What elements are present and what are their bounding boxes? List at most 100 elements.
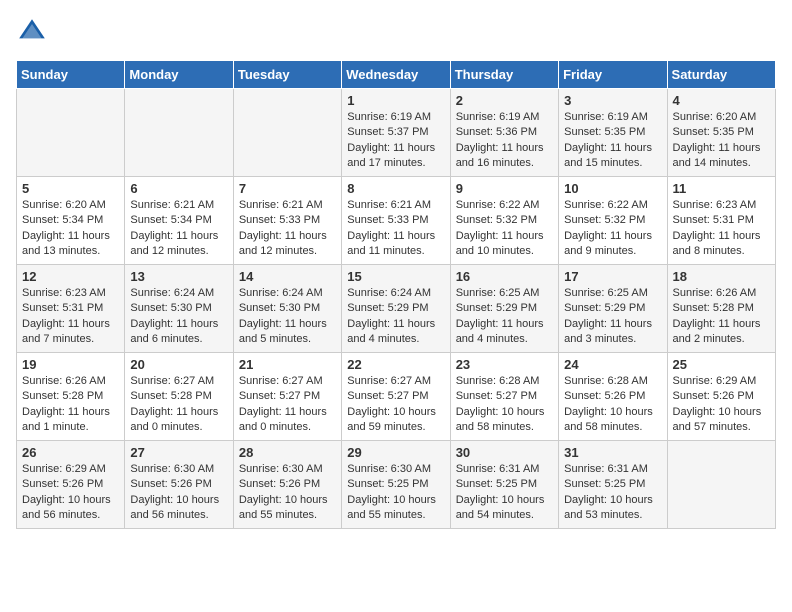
day-number: 18 [673, 269, 770, 284]
day-info: Sunrise: 6:27 AM Sunset: 5:27 PM Dayligh… [239, 374, 336, 436]
calendar-cell: 30Sunrise: 6:31 AM Sunset: 5:25 PM Dayli… [450, 441, 558, 529]
day-number: 2 [456, 93, 553, 108]
day-number: 30 [456, 445, 553, 460]
calendar-cell: 3 Sunrise: 6:19 AM Sunset: 5:35 PM Daylig… [559, 89, 667, 177]
day-number: 9 [456, 181, 553, 196]
day-number: 19 [22, 357, 119, 372]
day-number: 25 [673, 357, 770, 372]
day-number: 14 [239, 269, 336, 284]
day-info: Sunrise: 6:23 AM Sunset: 5:31 PM Dayligh… [22, 286, 119, 348]
day-number: 31 [564, 445, 661, 460]
calendar-cell: 23 Sunrise: 6:28 AM Sunset: 5:27 PM Dayli… [450, 353, 558, 441]
header-day-sunday: Sunday [17, 61, 125, 89]
calendar-cell: 20 Sunrise: 6:27 AM Sunset: 5:28 PM Dayli… [125, 353, 233, 441]
header-day-tuesday: Tuesday [233, 61, 341, 89]
day-info: Sunrise: 6:29 AM Sunset: 5:26 PM Dayligh… [673, 374, 770, 436]
day-info: Sunrise: 6:23 AM Sunset: 5:31 PM Dayligh… [673, 198, 770, 260]
day-info: Sunrise: 6:30 AM Sunset: 5:25 PM Dayligh… [347, 462, 444, 524]
day-info: Sunrise: 6:21 AM Sunset: 5:33 PM Dayligh… [347, 198, 444, 260]
calendar-cell: 25 Sunrise: 6:29 AM Sunset: 5:26 PM Dayli… [667, 353, 775, 441]
day-info: Sunrise: 6:29 AM Sunset: 5:26 PM Dayligh… [22, 462, 119, 524]
day-number: 13 [130, 269, 227, 284]
day-info: Sunrise: 6:19 AM Sunset: 5:35 PM Dayligh… [564, 110, 661, 172]
day-info: Sunrise: 6:22 AM Sunset: 5:32 PM Dayligh… [564, 198, 661, 260]
day-number: 5 [22, 181, 119, 196]
calendar-cell: 16Sunrise: 6:25 AM Sunset: 5:29 PM Dayli… [450, 265, 558, 353]
day-number: 22 [347, 357, 444, 372]
calendar-cell: 15 Sunrise: 6:24 AM Sunset: 5:29 PM Dayli… [342, 265, 450, 353]
day-info: Sunrise: 6:21 AM Sunset: 5:34 PM Dayligh… [130, 198, 227, 260]
calendar-cell: 4Sunrise: 6:20 AM Sunset: 5:35 PM Daylig… [667, 89, 775, 177]
calendar-table: SundayMondayTuesdayWednesdayThursdayFrid… [16, 60, 776, 529]
calendar-cell: 31 Sunrise: 6:31 AM Sunset: 5:25 PM Dayli… [559, 441, 667, 529]
calendar-cell: 21 Sunrise: 6:27 AM Sunset: 5:27 PM Dayli… [233, 353, 341, 441]
day-info: Sunrise: 6:25 AM Sunset: 5:29 PM Dayligh… [564, 286, 661, 348]
day-info: Sunrise: 6:28 AM Sunset: 5:27 PM Dayligh… [456, 374, 553, 436]
header-day-thursday: Thursday [450, 61, 558, 89]
calendar-week-row: 26 Sunrise: 6:29 AM Sunset: 5:26 PM Dayli… [17, 441, 776, 529]
day-info: Sunrise: 6:24 AM Sunset: 5:30 PM Dayligh… [239, 286, 336, 348]
day-info: Sunrise: 6:27 AM Sunset: 5:27 PM Dayligh… [347, 374, 444, 436]
calendar-cell: 29 Sunrise: 6:30 AM Sunset: 5:25 PM Dayli… [342, 441, 450, 529]
day-number: 23 [456, 357, 553, 372]
day-info: Sunrise: 6:30 AM Sunset: 5:26 PM Dayligh… [130, 462, 227, 524]
calendar-cell: 14 Sunrise: 6:24 AM Sunset: 5:30 PM Dayli… [233, 265, 341, 353]
header-day-monday: Monday [125, 61, 233, 89]
day-info: Sunrise: 6:26 AM Sunset: 5:28 PM Dayligh… [673, 286, 770, 348]
day-number: 16 [456, 269, 553, 284]
day-number: 15 [347, 269, 444, 284]
calendar-cell: 27 Sunrise: 6:30 AM Sunset: 5:26 PM Dayli… [125, 441, 233, 529]
calendar-cell: 26 Sunrise: 6:29 AM Sunset: 5:26 PM Dayli… [17, 441, 125, 529]
calendar-week-row: 12 Sunrise: 6:23 AM Sunset: 5:31 PM Dayli… [17, 265, 776, 353]
calendar-cell: 28 Sunrise: 6:30 AM Sunset: 5:26 PM Dayli… [233, 441, 341, 529]
calendar-week-row: 5 Sunrise: 6:20 AM Sunset: 5:34 PM Daylig… [17, 177, 776, 265]
day-number: 3 [564, 93, 661, 108]
calendar-cell: 6 Sunrise: 6:21 AM Sunset: 5:34 PM Daylig… [125, 177, 233, 265]
calendar-cell: 5 Sunrise: 6:20 AM Sunset: 5:34 PM Daylig… [17, 177, 125, 265]
day-info: Sunrise: 6:19 AM Sunset: 5:37 PM Dayligh… [347, 110, 444, 172]
day-number: 12 [22, 269, 119, 284]
logo [16, 16, 52, 48]
calendar-cell: 11 Sunrise: 6:23 AM Sunset: 5:31 PM Dayli… [667, 177, 775, 265]
header-day-friday: Friday [559, 61, 667, 89]
day-number: 6 [130, 181, 227, 196]
calendar-cell: 8 Sunrise: 6:21 AM Sunset: 5:33 PM Daylig… [342, 177, 450, 265]
day-info: Sunrise: 6:24 AM Sunset: 5:29 PM Dayligh… [347, 286, 444, 348]
calendar-cell: 22 Sunrise: 6:27 AM Sunset: 5:27 PM Dayli… [342, 353, 450, 441]
calendar-cell: 19 Sunrise: 6:26 AM Sunset: 5:28 PM Dayli… [17, 353, 125, 441]
day-number: 21 [239, 357, 336, 372]
calendar-cell: 17Sunrise: 6:25 AM Sunset: 5:29 PM Dayli… [559, 265, 667, 353]
day-info: Sunrise: 6:28 AM Sunset: 5:26 PM Dayligh… [564, 374, 661, 436]
day-info: Sunrise: 6:31 AM Sunset: 5:25 PM Dayligh… [564, 462, 661, 524]
day-info: Sunrise: 6:30 AM Sunset: 5:26 PM Dayligh… [239, 462, 336, 524]
day-info: Sunrise: 6:20 AM Sunset: 5:35 PM Dayligh… [673, 110, 770, 172]
day-info: Sunrise: 6:20 AM Sunset: 5:34 PM Dayligh… [22, 198, 119, 260]
calendar-cell: 2 Sunrise: 6:19 AM Sunset: 5:36 PM Daylig… [450, 89, 558, 177]
logo-icon [16, 16, 48, 48]
day-number: 7 [239, 181, 336, 196]
day-number: 11 [673, 181, 770, 196]
day-number: 20 [130, 357, 227, 372]
calendar-cell [17, 89, 125, 177]
calendar-cell: 7 Sunrise: 6:21 AM Sunset: 5:33 PM Daylig… [233, 177, 341, 265]
calendar-week-row: 19 Sunrise: 6:26 AM Sunset: 5:28 PM Dayli… [17, 353, 776, 441]
calendar-header-row: SundayMondayTuesdayWednesdayThursdayFrid… [17, 61, 776, 89]
day-number: 26 [22, 445, 119, 460]
calendar-cell [125, 89, 233, 177]
calendar-cell: 24 Sunrise: 6:28 AM Sunset: 5:26 PM Dayli… [559, 353, 667, 441]
day-info: Sunrise: 6:26 AM Sunset: 5:28 PM Dayligh… [22, 374, 119, 436]
day-info: Sunrise: 6:19 AM Sunset: 5:36 PM Dayligh… [456, 110, 553, 172]
day-number: 28 [239, 445, 336, 460]
day-number: 27 [130, 445, 227, 460]
day-number: 24 [564, 357, 661, 372]
calendar-cell: 18 Sunrise: 6:26 AM Sunset: 5:28 PM Dayli… [667, 265, 775, 353]
day-number: 29 [347, 445, 444, 460]
calendar-cell: 12 Sunrise: 6:23 AM Sunset: 5:31 PM Dayli… [17, 265, 125, 353]
day-info: Sunrise: 6:27 AM Sunset: 5:28 PM Dayligh… [130, 374, 227, 436]
day-info: Sunrise: 6:21 AM Sunset: 5:33 PM Dayligh… [239, 198, 336, 260]
header [16, 16, 776, 48]
day-number: 8 [347, 181, 444, 196]
day-number: 1 [347, 93, 444, 108]
day-number: 10 [564, 181, 661, 196]
calendar-cell [233, 89, 341, 177]
